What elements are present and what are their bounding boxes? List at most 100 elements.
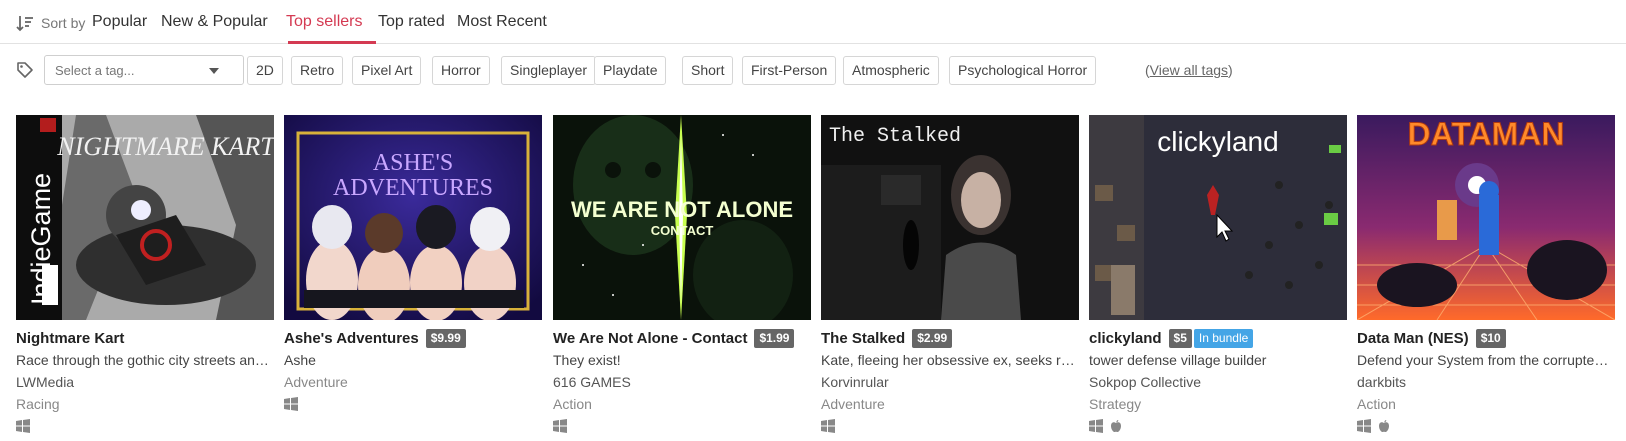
game-genre: Adventure xyxy=(821,396,885,412)
sort-tab-new-popular[interactable]: New & Popular xyxy=(161,13,268,31)
windows-icon xyxy=(284,397,298,411)
tag-chip-pixel-art[interactable]: Pixel Art xyxy=(352,56,422,85)
sort-tab-top-rated[interactable]: Top rated xyxy=(378,13,445,31)
title-row: Ashe's Adventures $9.99 xyxy=(284,327,466,349)
sort-bar: Sort by Popular New & Popular Top seller… xyxy=(0,0,1626,44)
tag-chip-retro[interactable]: Retro xyxy=(291,56,344,85)
game-cell: NIGHTMARE KART IndieGame Nightmare Kart … xyxy=(16,115,274,441)
title-row: We Are Not Alone - Contact $1.99 xyxy=(553,327,795,349)
windows-icon xyxy=(16,419,30,433)
game-description: Ashe xyxy=(284,352,316,368)
sort-tab-most-recent[interactable]: Most Recent xyxy=(457,13,547,31)
view-all-tags: (View all tags) xyxy=(1145,62,1233,78)
game-title[interactable]: Ashe's Adventures xyxy=(284,330,419,347)
cover-title-text: NIGHTMARE KART xyxy=(56,132,274,161)
price-badge: $1.99 xyxy=(754,328,795,348)
game-genre: Racing xyxy=(16,396,60,412)
game-thumbnail[interactable]: The Stalked xyxy=(821,115,1079,320)
game-thumbnail[interactable]: NIGHTMARE KART IndieGame xyxy=(16,115,274,320)
title-row: clickyland $5 In bundle xyxy=(1089,327,1254,349)
cover-title-line2: CONTACT xyxy=(651,223,714,238)
game-author[interactable]: Sokpop Collective xyxy=(1089,374,1201,390)
cover-title-text: clickyland xyxy=(1157,126,1278,157)
cover-the-stalked: The Stalked xyxy=(821,115,1079,320)
game-genre: Action xyxy=(1357,396,1396,412)
game-author[interactable]: darkbits xyxy=(1357,374,1406,390)
tag-chip-playdate[interactable]: Playdate xyxy=(594,56,667,85)
cover-we-are-not-alone: WE ARE NOT ALONE CONTACT xyxy=(553,115,811,320)
cover-title-text: DATAMAN xyxy=(1408,116,1565,152)
apple-icon xyxy=(1379,420,1389,432)
apple-icon xyxy=(1111,420,1121,432)
price-badge: $2.99 xyxy=(912,328,953,348)
cover-title-line1: ASHE'S xyxy=(373,150,453,176)
game-cell: ASHE'S ADVENTURES Ashe's Adventures $9.9… xyxy=(284,115,542,441)
tag-chip-short[interactable]: Short xyxy=(682,56,734,85)
sort-label: Sort by xyxy=(41,15,86,31)
cover-title-line2: ADVENTURES xyxy=(333,175,493,201)
tag-chip-singleplayer[interactable]: Singleplayer xyxy=(501,56,597,85)
game-description: Race through the gothic city streets and… xyxy=(16,352,274,368)
game-title[interactable]: Nightmare Kart xyxy=(16,330,124,347)
game-title[interactable]: We Are Not Alone - Contact xyxy=(553,330,747,347)
game-cell: The Stalked The Stalked $2.99 Kate, flee… xyxy=(821,115,1079,441)
tag-chip-first-person[interactable]: First-Person xyxy=(742,56,837,85)
game-cell: DATAMAN Data Man (NES) $10 Defend your S… xyxy=(1357,115,1615,441)
game-genre: Action xyxy=(553,396,592,412)
bundle-badge: In bundle xyxy=(1193,328,1254,348)
sort-tab-top-sellers[interactable]: Top sellers xyxy=(286,13,362,31)
windows-icon xyxy=(553,419,567,433)
tag-chip-2d[interactable]: 2D xyxy=(247,56,283,85)
title-row: The Stalked $2.99 xyxy=(821,327,953,349)
game-title[interactable]: Data Man (NES) xyxy=(1357,330,1469,347)
cover-clickyland: clickyland xyxy=(1089,115,1347,320)
game-thumbnail[interactable]: clickyland xyxy=(1089,115,1347,320)
game-description: Defend your System from the corrupted ..… xyxy=(1357,352,1615,368)
tag-chip-atmospheric[interactable]: Atmospheric xyxy=(843,56,939,85)
game-author[interactable]: Korvinrular xyxy=(821,374,889,390)
game-thumbnail[interactable]: WE ARE NOT ALONE CONTACT xyxy=(553,115,811,320)
price-badge: $5 xyxy=(1168,328,1192,348)
view-all-suffix: ) xyxy=(1228,62,1233,78)
game-thumbnail[interactable]: ASHE'S ADVENTURES xyxy=(284,115,542,320)
windows-icon xyxy=(821,419,835,433)
cover-ashes-adventures: ASHE'S ADVENTURES xyxy=(284,115,542,320)
tag-icon xyxy=(17,62,33,78)
game-description: tower defense village builder xyxy=(1089,352,1267,368)
game-cell: clickyland clickyland $5 In bundle tower… xyxy=(1089,115,1347,441)
sort-tab-popular[interactable]: Popular xyxy=(92,13,147,31)
game-genre: Adventure xyxy=(284,374,348,390)
game-description: They exist! xyxy=(553,352,621,368)
view-all-tags-link[interactable]: View all tags xyxy=(1150,62,1228,78)
game-author[interactable]: LWMedia xyxy=(16,374,74,390)
platforms xyxy=(16,419,30,433)
tag-select[interactable]: Select a tag... xyxy=(44,55,244,85)
cover-title-text: The Stalked xyxy=(829,125,961,148)
title-row: Nightmare Kart xyxy=(16,327,124,349)
tag-select-placeholder: Select a tag... xyxy=(55,63,135,78)
chevron-down-icon xyxy=(209,68,219,74)
platforms xyxy=(1357,419,1391,433)
active-tab-indicator xyxy=(288,41,376,44)
platforms xyxy=(1089,419,1123,433)
platforms xyxy=(553,419,567,433)
game-title[interactable]: The Stalked xyxy=(821,330,905,347)
platforms xyxy=(284,397,298,411)
cover-nightmare-kart: NIGHTMARE KART IndieGame xyxy=(16,115,274,320)
game-thumbnail[interactable]: DATAMAN xyxy=(1357,115,1615,320)
tag-chip-psychological-horror[interactable]: Psychological Horror xyxy=(949,56,1097,85)
price-badge: $10 xyxy=(1475,328,1506,348)
game-genre: Strategy xyxy=(1089,396,1142,412)
platforms xyxy=(821,419,835,433)
windows-icon xyxy=(1089,419,1103,433)
title-row: Data Man (NES) $10 xyxy=(1357,327,1506,349)
game-title[interactable]: clickyland xyxy=(1089,330,1162,347)
cover-title-line1: WE ARE NOT ALONE xyxy=(571,197,793,222)
cover-data-man: DATAMAN xyxy=(1357,115,1615,320)
tag-chip-horror[interactable]: Horror xyxy=(432,56,490,85)
price-badge: $9.99 xyxy=(425,328,466,348)
game-author[interactable]: 616 GAMES xyxy=(553,374,631,390)
game-description: Kate, fleeing her obsessive ex, seeks re… xyxy=(821,352,1079,368)
game-cell: WE ARE NOT ALONE CONTACT We Are Not Alon… xyxy=(553,115,811,441)
windows-icon xyxy=(1357,419,1371,433)
